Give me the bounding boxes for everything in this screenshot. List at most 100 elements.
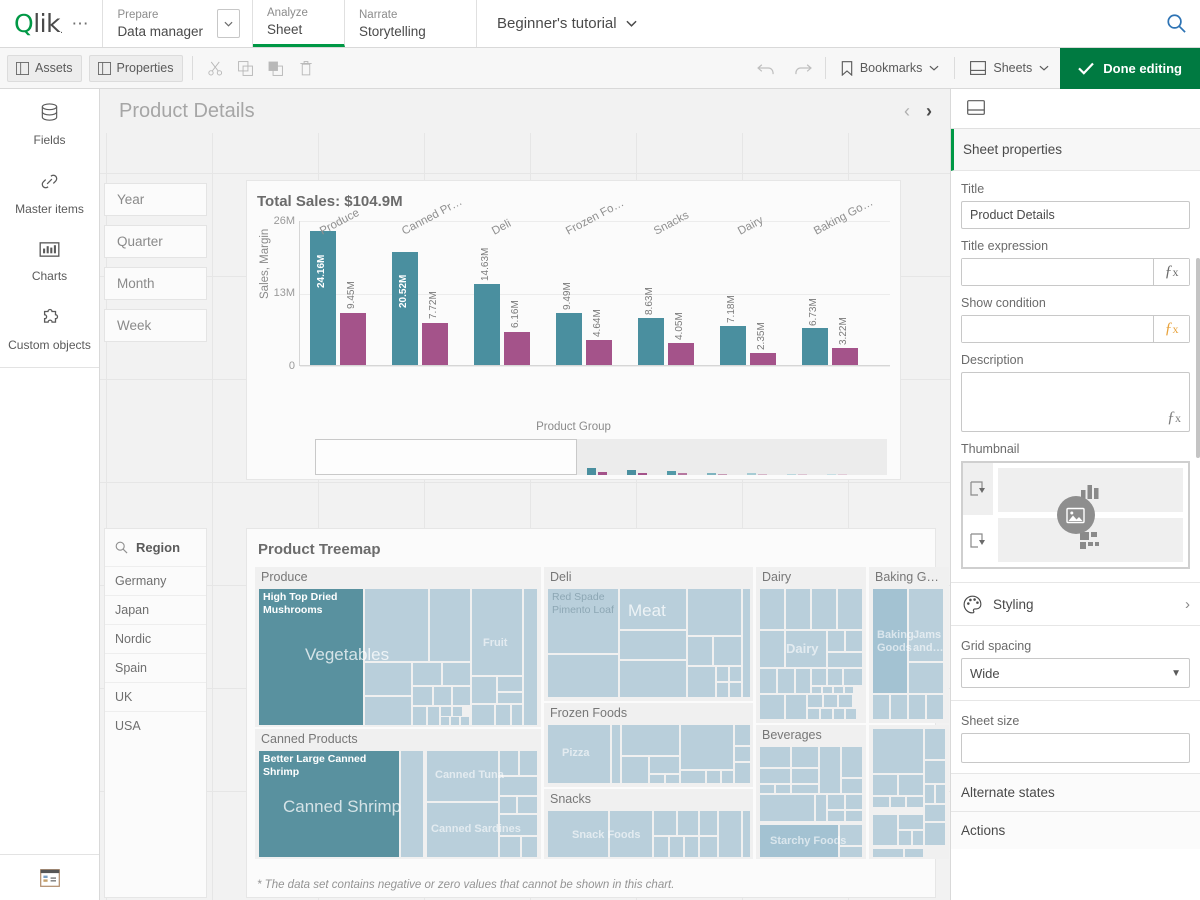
fx-icon[interactable]: ƒx	[1167, 409, 1181, 427]
treemap-leaf[interactable]	[620, 631, 686, 659]
bar-margin-produce[interactable]	[340, 313, 366, 366]
list-item[interactable]: UK	[105, 682, 206, 711]
treemap-leaf[interactable]	[873, 775, 897, 795]
treemap-leaf[interactable]	[472, 705, 494, 725]
treemap-leaf[interactable]	[828, 631, 844, 651]
treemap-leaf[interactable]	[681, 771, 705, 783]
treemap-leaf[interactable]	[428, 707, 439, 725]
treemap-leaf[interactable]	[472, 589, 522, 675]
nav-item-narrate[interactable]: Narrate Storytelling	[345, 0, 477, 47]
treemap-leaf[interactable]	[839, 695, 852, 707]
list-item[interactable]: USA	[105, 711, 206, 740]
title-expression-input-group[interactable]: ƒx	[961, 258, 1190, 286]
bar-margin-frozen[interactable]	[586, 340, 612, 366]
treemap-leaf[interactable]	[873, 849, 903, 857]
grid-spacing-select[interactable]: Wide ▼	[961, 658, 1190, 688]
delete-button[interactable]	[291, 55, 321, 82]
treemap-leaf[interactable]	[441, 717, 449, 725]
treemap-leaf[interactable]	[743, 811, 750, 857]
copy-button[interactable]	[231, 55, 261, 82]
thumbnail-media-button[interactable]	[1057, 496, 1095, 534]
fx-icon[interactable]: ƒx	[1153, 259, 1189, 285]
treemap-leaf[interactable]	[909, 695, 925, 719]
sidebar-item-charts[interactable]: Charts	[0, 227, 99, 294]
treemap-leaf[interactable]	[498, 693, 522, 703]
treemap-leaf[interactable]	[548, 655, 618, 697]
bar-margin-snacks[interactable]	[668, 343, 694, 366]
treemap-leaf[interactable]	[461, 717, 469, 725]
treemap-leaf[interactable]	[472, 677, 496, 703]
treemap-leaf[interactable]	[441, 707, 451, 716]
treemap-leaf-highlight[interactable]: Red Spade Pimento Loaf	[548, 589, 618, 653]
treemap-leaf[interactable]	[717, 683, 728, 697]
treemap-group-extra[interactable]	[869, 725, 949, 859]
treemap-leaf[interactable]	[842, 747, 862, 777]
treemap-leaf[interactable]	[828, 811, 844, 821]
filter-pane-region[interactable]: Region Germany Japan Nordic Spain UK USA	[104, 528, 207, 898]
treemap-leaf[interactable]	[792, 785, 818, 793]
paste-button[interactable]	[261, 55, 291, 82]
treemap-leaf[interactable]	[796, 669, 810, 693]
bar-margin-canned[interactable]	[422, 323, 448, 366]
treemap-leaf[interactable]	[821, 709, 832, 719]
treemap-leaf[interactable]	[681, 725, 733, 769]
app-name-dropdown[interactable]: Beginner's tutorial	[477, 0, 657, 47]
bar-sales-canned[interactable]	[392, 252, 418, 367]
treemap-leaf[interactable]	[500, 797, 516, 813]
treemap-leaf[interactable]	[846, 811, 862, 821]
treemap-leaf[interactable]	[688, 589, 741, 635]
treemap-leaf[interactable]	[688, 667, 715, 697]
treemap-leaf[interactable]	[735, 763, 750, 783]
treemap-leaf[interactable]	[925, 729, 945, 759]
treemap-leaf[interactable]	[778, 669, 794, 693]
treemap-leaf[interactable]	[907, 797, 923, 807]
treemap-leaf[interactable]	[654, 837, 668, 857]
data-model-viewer-button[interactable]	[0, 854, 99, 900]
treemap-leaf[interactable]	[786, 695, 806, 719]
bookmarks-menu[interactable]: Bookmarks	[830, 48, 951, 89]
treemap-leaf[interactable]	[760, 795, 814, 821]
treemap-leaf[interactable]	[714, 637, 741, 665]
sheet-properties-tab[interactable]	[967, 100, 985, 118]
treemap-leaf[interactable]	[743, 589, 750, 697]
bar-sales-frozen[interactable]	[556, 313, 582, 366]
filter-pane-year[interactable]: Year	[104, 183, 207, 216]
treemap-leaf[interactable]	[873, 797, 889, 807]
treemap-leaf[interactable]	[735, 747, 750, 761]
treemap-leaf[interactable]	[500, 777, 537, 795]
treemap-leaf[interactable]	[899, 815, 923, 829]
treemap-leaf[interactable]	[927, 695, 943, 719]
treemap-leaf[interactable]	[760, 747, 790, 767]
list-item[interactable]: Spain	[105, 653, 206, 682]
treemap-leaf[interactable]	[823, 687, 832, 693]
description-input[interactable]: ƒx	[961, 372, 1190, 432]
bar-sales-snacks[interactable]	[638, 318, 664, 366]
treemap-leaf[interactable]	[678, 811, 698, 835]
treemap-leaf[interactable]	[622, 757, 648, 783]
chevron-down-icon[interactable]	[217, 9, 240, 38]
bar-margin-baking[interactable]	[832, 348, 858, 366]
cut-button[interactable]	[201, 55, 231, 82]
treemap-leaf[interactable]	[845, 687, 853, 693]
treemap-leaf[interactable]	[717, 667, 728, 681]
treemap-leaf[interactable]	[524, 589, 537, 725]
treemap-group-dairy[interactable]: Dairy	[756, 567, 866, 723]
treemap-leaf[interactable]	[808, 709, 819, 719]
nav-item-prepare[interactable]: Prepare Data manager	[103, 0, 217, 47]
treemap-leaf[interactable]	[735, 725, 750, 745]
treemap-leaf[interactable]	[612, 725, 620, 783]
treemap-leaf[interactable]	[925, 761, 945, 783]
treemap-leaf[interactable]	[522, 837, 537, 857]
treemap-leaf[interactable]	[365, 663, 411, 695]
bar-sales-baking[interactable]	[802, 328, 828, 366]
properties-panel-scrollbar[interactable]	[1196, 258, 1200, 458]
treemap-leaf[interactable]	[786, 589, 810, 629]
treemap-leaf[interactable]	[925, 823, 945, 845]
treemap-leaf[interactable]	[936, 785, 945, 803]
treemap-leaf[interactable]	[685, 837, 698, 857]
show-condition-input-group[interactable]: ƒx	[961, 315, 1190, 343]
treemap-leaf[interactable]	[820, 747, 840, 793]
treemap-leaf[interactable]	[834, 709, 844, 719]
undo-button[interactable]	[749, 48, 785, 89]
treemap-leaf[interactable]	[760, 695, 784, 719]
